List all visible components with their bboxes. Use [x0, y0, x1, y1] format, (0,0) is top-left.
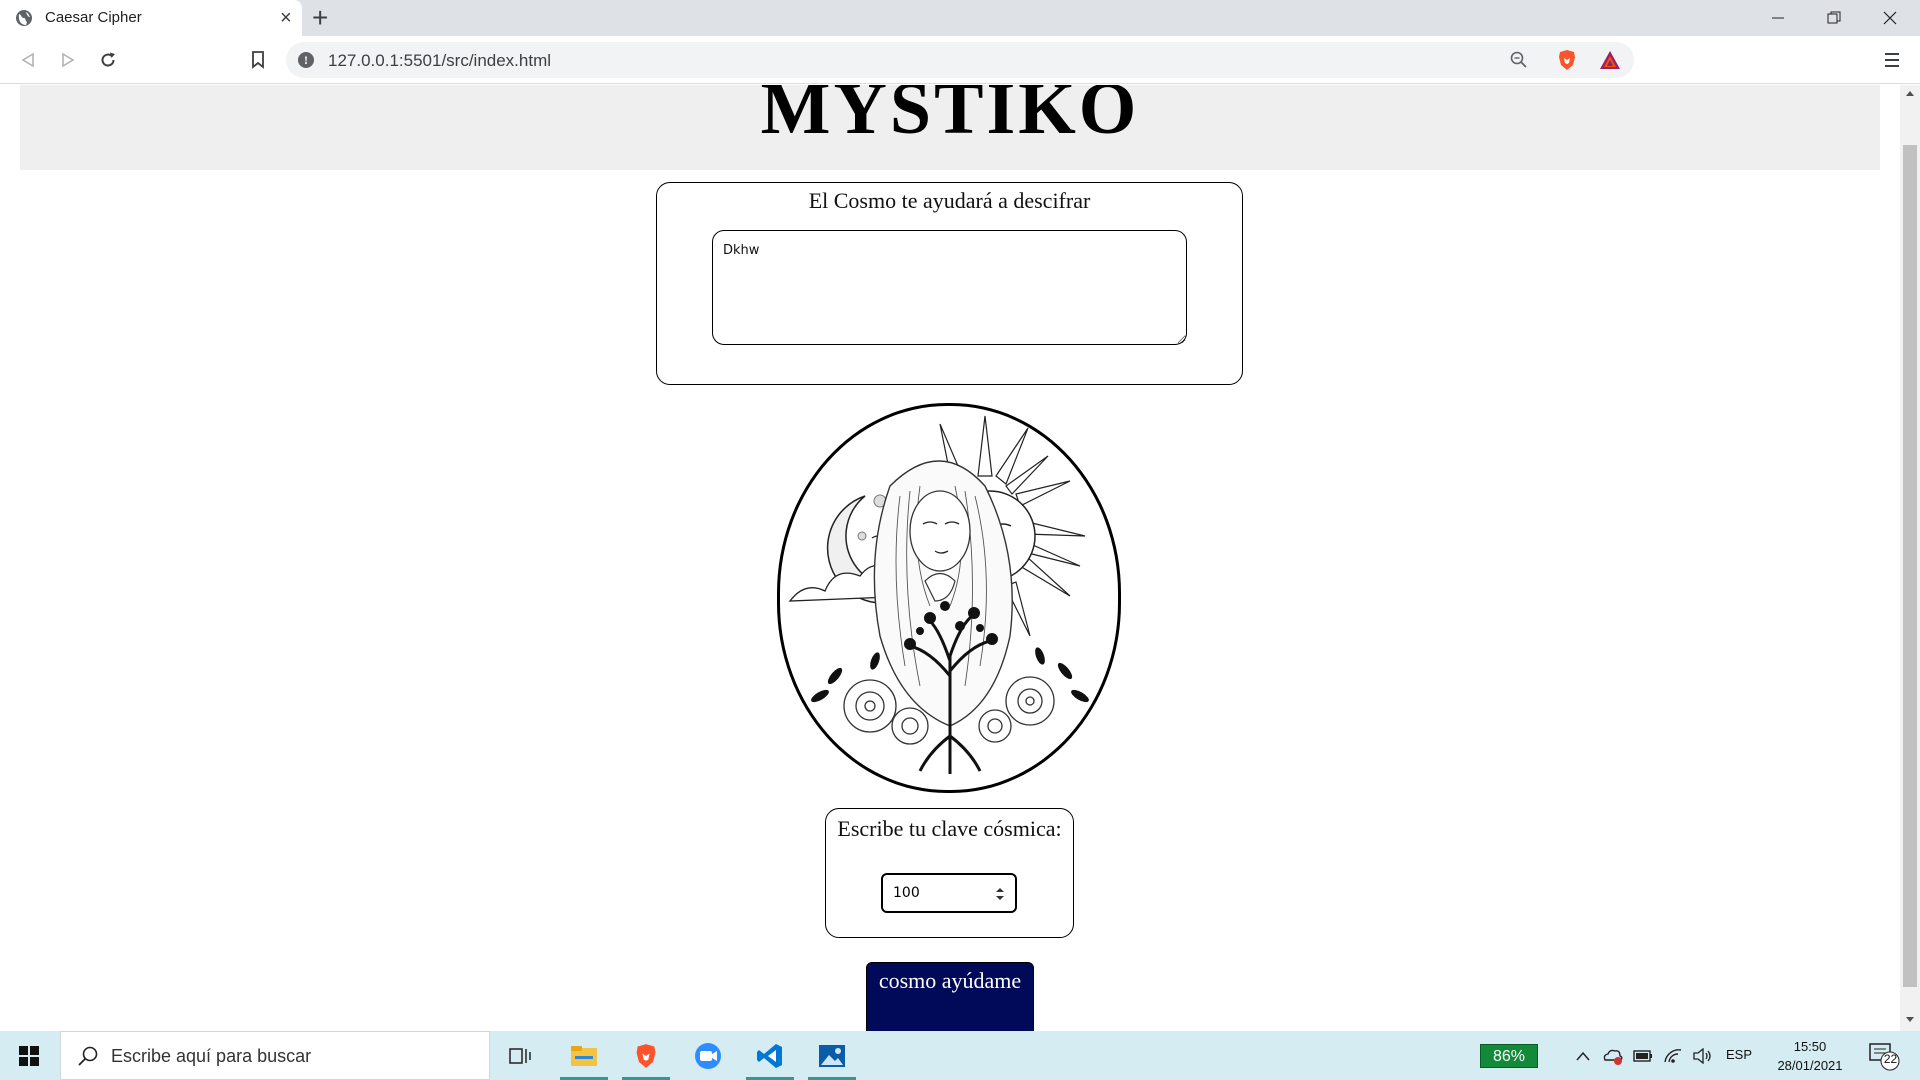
- decipher-panel: El Cosmo te ayudará a descifrar Dkhw: [656, 182, 1243, 385]
- clock[interactable]: 15:50 28/01/2021: [1770, 1037, 1850, 1075]
- key-label: Escribe tu clave cósmica:: [837, 816, 1062, 841]
- taskbar-brave[interactable]: [618, 1031, 674, 1080]
- input-language[interactable]: ESP: [1726, 1047, 1752, 1062]
- zoom-app-icon: [695, 1042, 721, 1069]
- windows-taskbar: Escribe aquí para buscar 86% ESP 15:50 2…: [0, 1031, 1920, 1080]
- scroll-up-icon[interactable]: [1906, 91, 1914, 96]
- reload-icon: [101, 52, 115, 67]
- battery-indicator[interactable]: 86%: [1480, 1044, 1538, 1068]
- tab-strip: Caesar Cipher × +: [0, 0, 1920, 36]
- forward-button[interactable]: [56, 48, 80, 72]
- photos-icon: [819, 1044, 845, 1067]
- taskbar-zoom[interactable]: [680, 1031, 736, 1080]
- onedrive-tray[interactable]: [1600, 1031, 1626, 1080]
- close-icon: [1883, 11, 1897, 25]
- chevron-up-icon: [1576, 1051, 1590, 1060]
- cosmic-illustration: [777, 403, 1121, 793]
- brave-shield-icon[interactable]: [1556, 49, 1578, 71]
- start-button[interactable]: [0, 1031, 58, 1080]
- info-icon[interactable]: !: [298, 52, 314, 68]
- clock-date: 28/01/2021: [1777, 1058, 1843, 1073]
- restore-icon: [1827, 11, 1841, 24]
- tab-title: Caesar Cipher: [45, 9, 142, 26]
- wifi-tray[interactable]: [1660, 1031, 1686, 1080]
- back-icon: [21, 52, 34, 68]
- brave-app-icon: [636, 1043, 656, 1068]
- key-number-input[interactable]: 100: [881, 873, 1017, 913]
- browser-toolbar: ! 127.0.0.1:5501/src/index.html: [0, 36, 1920, 84]
- new-tab-button[interactable]: +: [312, 3, 328, 33]
- reload-button[interactable]: [96, 48, 120, 72]
- address-bar[interactable]: ! 127.0.0.1:5501/src/index.html: [286, 42, 1634, 78]
- taskbar-photos[interactable]: [804, 1031, 860, 1080]
- close-tab-button[interactable]: ×: [280, 6, 292, 30]
- task-view-button[interactable]: [492, 1031, 548, 1080]
- decipher-label: El Cosmo te ayudará a descifrar: [808, 188, 1091, 213]
- key-panel: Escribe tu clave cósmica: 100: [825, 808, 1074, 938]
- page-viewport: MYSTIKO El Cosmo te ayudará a descifrar …: [0, 85, 1900, 1031]
- scroll-down-icon[interactable]: [1906, 1017, 1914, 1022]
- speaker-icon: [1693, 1047, 1711, 1064]
- vscode-icon: [757, 1043, 782, 1068]
- show-hidden-icons-button[interactable]: [1570, 1031, 1596, 1080]
- key-value[interactable]: 100: [893, 885, 920, 901]
- volume-tray[interactable]: [1690, 1031, 1716, 1080]
- bookmark-icon: [252, 51, 264, 69]
- back-button[interactable]: [16, 48, 40, 72]
- cosmo-help-button[interactable]: cosmo ayúdame: [866, 962, 1034, 1031]
- menu-icon[interactable]: [1882, 50, 1902, 70]
- minimize-icon: [1772, 17, 1784, 19]
- windows-start-icon: [19, 1045, 39, 1066]
- taskbar-file-explorer[interactable]: [556, 1031, 612, 1080]
- message-textarea[interactable]: Dkhw: [712, 230, 1187, 345]
- battery-tray[interactable]: [1630, 1031, 1656, 1080]
- close-window-button[interactable]: [1862, 0, 1918, 36]
- search-placeholder[interactable]: Escribe aquí para buscar: [111, 1046, 311, 1067]
- battery-icon: [1633, 1049, 1652, 1062]
- search-icon: [78, 1046, 98, 1066]
- globe-icon: [16, 10, 32, 26]
- url-text[interactable]: 127.0.0.1:5501/src/index.html: [328, 51, 551, 71]
- cloud-error-icon: [1603, 1049, 1623, 1065]
- task-view-icon: [509, 1047, 531, 1064]
- spinner-arrows-icon[interactable]: [995, 887, 1005, 901]
- file-explorer-icon: [571, 1045, 597, 1066]
- vertical-scrollbar[interactable]: [1900, 85, 1920, 1031]
- wifi-icon: [1664, 1048, 1682, 1063]
- restore-button[interactable]: [1806, 0, 1862, 36]
- taskbar-search[interactable]: Escribe aquí para buscar: [60, 1031, 490, 1080]
- zoom-icon[interactable]: [1510, 51, 1528, 69]
- taskbar-vscode[interactable]: [742, 1031, 798, 1080]
- brand-title: MYSTIKO: [760, 85, 1140, 150]
- notification-center-button[interactable]: 22: [1866, 1041, 1900, 1071]
- minimize-button[interactable]: [1750, 0, 1806, 36]
- clock-time: 15:50: [1793, 1039, 1827, 1054]
- bat-rewards-icon[interactable]: [1599, 50, 1621, 70]
- notification-count: 22: [1883, 1052, 1898, 1066]
- sun-moon-woman-illustration: [788, 415, 1109, 774]
- forward-icon: [62, 52, 75, 68]
- scrollbar-thumb[interactable]: [1903, 145, 1917, 987]
- bookmark-button[interactable]: [246, 48, 270, 72]
- tab-caesar-cipher[interactable]: Caesar Cipher ×: [0, 0, 302, 36]
